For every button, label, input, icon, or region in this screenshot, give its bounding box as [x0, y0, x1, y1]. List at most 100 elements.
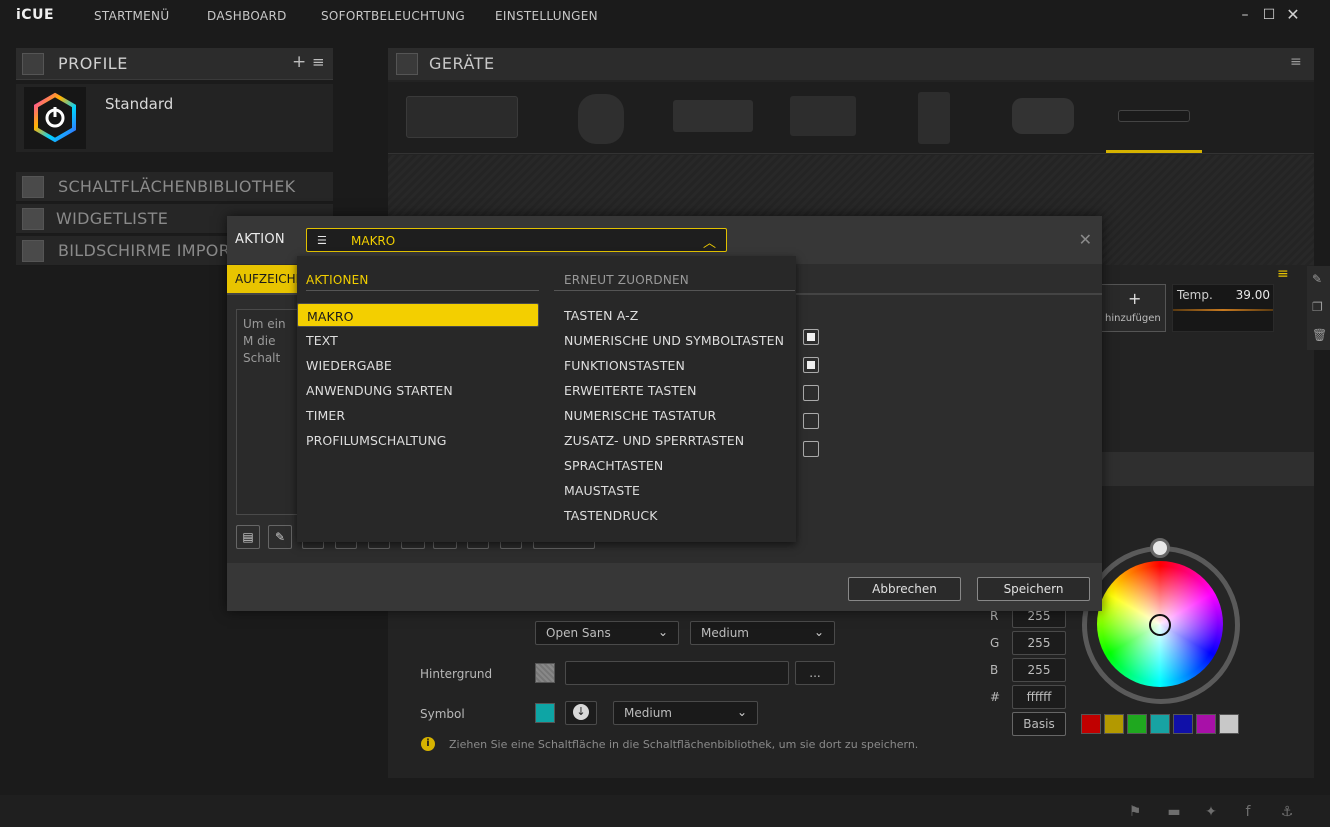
remap-item-numerische-tastatur[interactable]: NUMERISCHE TASTATUR: [555, 403, 795, 427]
widget-menu-icon[interactable]: ≡: [1277, 266, 1289, 282]
remap-divider: [554, 290, 795, 291]
action-item-label: PROFILUMSCHALTUNG: [306, 433, 447, 448]
b-input[interactable]: 255: [1012, 658, 1066, 682]
add-profile-icon[interactable]: +: [292, 52, 306, 72]
remap-item-tasten-a-z[interactable]: TASTEN A-Z: [555, 303, 795, 327]
g-label: G: [990, 636, 1000, 650]
browse-button[interactable]: ...: [795, 661, 835, 685]
action-select[interactable]: ☰ MAKRO ︿: [306, 228, 727, 252]
dialog-title: AKTION: [235, 232, 285, 247]
remap-item-tastendruck[interactable]: TASTENDRUCK: [555, 503, 795, 527]
dialog-close-icon[interactable]: ✕: [1079, 230, 1092, 249]
device-headset-stand[interactable]: [1012, 98, 1074, 134]
corsair-icon[interactable]: ⚓: [1278, 803, 1296, 821]
action-item-timer[interactable]: TIMER: [297, 403, 539, 427]
info-icon: i: [421, 737, 435, 751]
device-cooler[interactable]: [673, 100, 753, 132]
nav-startmenu[interactable]: STARTMENÜ: [94, 9, 169, 23]
info-text: Ziehen Sie eine Schaltfläche in die Scha…: [449, 738, 919, 751]
corsair-hex-icon: [34, 92, 76, 143]
cancel-button[interactable]: Abbrechen: [848, 577, 961, 601]
font-weight-select[interactable]: Medium ⌄: [690, 621, 835, 645]
font-family-value: Open Sans: [546, 626, 611, 640]
nav-einstellungen[interactable]: EINSTELLUNGEN: [495, 9, 598, 23]
option-checkbox-2[interactable]: [803, 357, 819, 373]
g-input[interactable]: 255: [1012, 631, 1066, 655]
copy-icon[interactable]: ❐: [1312, 300, 1323, 314]
add-widget-button[interactable]: + hinzufügen: [1100, 284, 1166, 332]
option-checkbox-3[interactable]: [803, 385, 819, 401]
background-path-input[interactable]: [565, 661, 789, 685]
preset-color-swatch[interactable]: [1196, 714, 1216, 734]
option-checkbox-4[interactable]: [803, 413, 819, 429]
preset-color-swatch[interactable]: [1081, 714, 1101, 734]
preset-color-swatch[interactable]: [1173, 714, 1193, 734]
profile-menu-icon[interactable]: ≡: [312, 53, 325, 71]
preset-color-swatch[interactable]: [1219, 714, 1239, 734]
nav-sofortbeleuchtung[interactable]: SOFORTBELEUCHTUNG: [321, 9, 465, 23]
remap-item-funktionstasten[interactable]: FUNKTIONSTASTEN: [555, 353, 795, 377]
edit-icon[interactable]: ✎: [1312, 272, 1322, 286]
hex-label: #: [990, 690, 1001, 704]
option-checkbox-5[interactable]: [803, 441, 819, 457]
font-family-select[interactable]: Open Sans ⌄: [535, 621, 679, 645]
chat-icon[interactable]: ▬: [1165, 803, 1183, 821]
remap-header: ERNEUT ZUORDNEN: [564, 273, 689, 287]
device-keyboard[interactable]: [406, 96, 518, 138]
maximize-icon[interactable]: ☐: [1260, 6, 1278, 24]
widget-grid-icon: [22, 208, 44, 230]
keyboard-icon: [396, 53, 418, 75]
remap-item-label: MAUSTASTE: [564, 483, 641, 498]
brightness-ring-handle[interactable]: [1150, 538, 1170, 558]
action-item-anwendung-starten[interactable]: ANWENDUNG STARTEN: [297, 378, 539, 402]
facebook-icon[interactable]: f: [1239, 803, 1257, 821]
remap-item-maustaste[interactable]: MAUSTASTE: [555, 478, 795, 502]
background-swatch[interactable]: [535, 663, 555, 683]
save-button[interactable]: Speichern: [977, 577, 1090, 601]
minimize-icon[interactable]: –: [1236, 6, 1254, 24]
notifications-icon[interactable]: ⚑: [1126, 803, 1144, 821]
action-item-text[interactable]: TEXT: [297, 328, 539, 352]
option-checkbox-1[interactable]: [803, 329, 819, 345]
device-mouse[interactable]: [578, 94, 624, 144]
action-item-wiedergabe[interactable]: WIEDERGABE: [297, 353, 539, 377]
devices-header: GERÄTE ≡: [388, 48, 1314, 80]
basis-button[interactable]: Basis: [1012, 712, 1066, 736]
profile-item-standard[interactable]: Standard: [16, 84, 333, 152]
device-lcd-bar[interactable]: [1118, 110, 1190, 122]
actions-header: AKTIONEN: [306, 273, 369, 287]
nav-dashboard[interactable]: DASHBOARD: [207, 9, 287, 23]
color-wheel-picker[interactable]: [1149, 614, 1171, 636]
close-icon[interactable]: ✕: [1284, 6, 1302, 24]
hex-input[interactable]: ffffff: [1012, 685, 1066, 709]
symbol-download-button[interactable]: ↓: [565, 701, 597, 725]
macro-text-area[interactable]: Um ein M die Schalt: [236, 309, 298, 515]
download-icon: ↓: [573, 704, 589, 720]
device-hub[interactable]: [790, 96, 856, 136]
remap-item-numerische-symboltasten[interactable]: NUMERISCHE UND SYMBOLTASTEN: [555, 328, 795, 352]
action-item-profilumschaltung[interactable]: PROFILUMSCHALTUNG: [297, 428, 539, 452]
button-library-row[interactable]: SCHALTFLÄCHENBIBLIOTHEK: [16, 172, 333, 202]
twitter-icon[interactable]: ✦: [1202, 803, 1220, 821]
symbol-weight-select[interactable]: Medium ⌄: [613, 701, 758, 725]
remap-item-sprachtasten[interactable]: SPRACHTASTEN: [555, 453, 795, 477]
action-dropdown: AKTIONEN ERNEUT ZUORDNEN MAKRO TEXT WIED…: [297, 256, 796, 542]
remap-item-label: FUNKTIONSTASTEN: [564, 358, 685, 373]
tab-record[interactable]: AUFZEICHN: [227, 265, 297, 293]
action-item-makro[interactable]: MAKRO: [297, 303, 539, 327]
preset-color-swatch[interactable]: [1104, 714, 1124, 734]
action-item-label: WIEDERGABE: [306, 358, 392, 373]
device-pump[interactable]: [918, 92, 950, 144]
preset-color-swatch[interactable]: [1127, 714, 1147, 734]
add-step-icon[interactable]: ▤: [236, 525, 260, 549]
symbol-color-swatch[interactable]: [535, 703, 555, 723]
edit-step-icon[interactable]: ✎: [268, 525, 292, 549]
remap-item-zusatz-sperrtasten[interactable]: ZUSATZ- UND SPERRTASTEN: [555, 428, 795, 452]
preset-color-swatch[interactable]: [1150, 714, 1170, 734]
temperature-widget[interactable]: Temp. 39.00: [1172, 284, 1274, 332]
profile-stack-icon: [22, 53, 44, 75]
trash-icon[interactable]: 🗑: [1312, 328, 1327, 342]
import-arrows-icon: [22, 240, 44, 262]
devices-menu-icon[interactable]: ≡: [1290, 54, 1302, 70]
remap-item-erweiterte-tasten[interactable]: ERWEITERTE TASTEN: [555, 378, 795, 402]
